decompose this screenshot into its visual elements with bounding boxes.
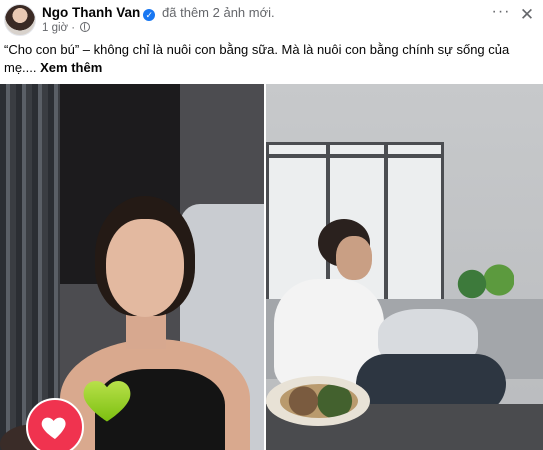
post-header: Ngo Thanh Van ✓ đã thêm 2 ảnh mới. 1 giờ … (0, 0, 543, 38)
author-name[interactable]: Ngo Thanh Van (42, 5, 140, 20)
author-line: Ngo Thanh Van ✓ đã thêm 2 ảnh mới. (42, 5, 275, 21)
post-caption: “Cho con bú” – không chỉ là nuôi con bằn… (4, 41, 534, 77)
window-bar (266, 154, 444, 158)
photo-left[interactable] (0, 84, 264, 450)
meta-separator: · (71, 22, 76, 34)
heart-icon (41, 417, 66, 439)
author-avatar[interactable] (4, 4, 36, 36)
verified-badge-icon: ✓ (143, 9, 156, 21)
heart-reaction-icon (26, 398, 84, 450)
photo-right[interactable] (266, 84, 543, 450)
post-timestamp[interactable]: 1 giờ (42, 22, 68, 34)
post-action-text: đã thêm 2 ảnh mới. (162, 5, 275, 20)
photo-grid (0, 84, 543, 450)
globe-icon[interactable] (80, 22, 91, 32)
plants-image (454, 264, 514, 304)
see-more-link[interactable]: Xem thêm (40, 60, 102, 75)
more-options-button[interactable]: ··· (489, 4, 513, 26)
curtain-image (0, 84, 60, 450)
woman-face-image (336, 236, 372, 280)
mother-face-image (106, 219, 184, 317)
post-meta: 1 giờ · (42, 22, 91, 34)
food-image (280, 384, 358, 418)
window-bar (384, 142, 388, 312)
close-button[interactable]: ✕ (517, 6, 537, 26)
green-heart-icon (83, 381, 131, 422)
